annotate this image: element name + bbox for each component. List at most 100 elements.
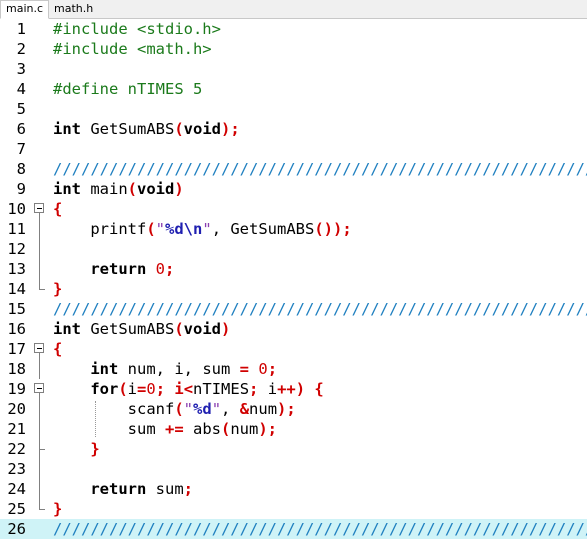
fold-collapse-icon[interactable] [34,383,44,393]
fold-gutter [34,99,46,119]
code-line[interactable]: 13 return 0; [0,259,587,279]
code-token: " [155,220,166,238]
code-token: ( [118,380,128,398]
fold-gutter [34,419,46,439]
code-token: nTIMES [193,380,250,398]
code-token: return [90,480,147,498]
code-line[interactable]: 24 return sum; [0,479,587,499]
code-line[interactable]: 11 printf("%d\n", GetSumABS()); [0,219,587,239]
line-number: 20 [7,400,26,418]
code-token: #include <math.h> [53,40,212,58]
code-line[interactable]: 5 [0,99,587,119]
code-line[interactable]: 17 { [0,339,587,359]
code-token: ); [258,420,277,438]
fold-gutter [34,499,46,519]
code-text: } [53,439,100,459]
code-token: sum [53,420,165,438]
line-number: 15 [7,300,26,318]
line-number: 19 [7,380,26,398]
code-line[interactable]: 8 ///////////////////////////////////////… [0,159,587,179]
code-line[interactable]: 3 [0,59,587,79]
line-number: 16 [7,320,26,338]
code-token: ++ [277,380,296,398]
line-number: 18 [7,360,26,378]
code-token: GetSumABS [81,320,175,338]
code-text: sum += abs(num); [53,419,277,439]
code-editor[interactable]: 1 #include <stdio.h> 2 #include <math.h> 3 4 #… [0,19,587,539]
code-text: int GetSumABS(void) [53,319,230,339]
code-line[interactable]: 1 #include <stdio.h> [0,19,587,39]
fold-gutter [34,319,46,339]
fold-gutter [34,199,46,219]
code-line[interactable]: 15 //////////////////////////////////////… [0,299,587,319]
code-line[interactable]: 4 #define nTIMES 5 [0,79,587,99]
line-number: 8 [16,160,26,178]
code-line[interactable]: 26 //////////////////////////////////////… [0,519,587,539]
fold-gutter [34,339,46,359]
code-token: ); [277,400,296,418]
code-token: ); [221,120,240,138]
code-token: = [239,360,249,378]
code-line[interactable]: 12 [0,239,587,259]
code-line[interactable]: 22 } [0,439,587,459]
code-line[interactable]: 19 for(i=0; i<nTIMES; i++) { [0,379,587,399]
code-line[interactable]: 14} [0,279,587,299]
line-number: 7 [16,140,26,158]
line-number: 17 [7,340,26,358]
code-text: { [53,199,62,219]
code-line[interactable]: 25} [0,499,587,519]
code-token: ; i [155,380,184,398]
code-token: " [202,220,212,238]
code-line[interactable]: 21 sum += abs(num); [0,419,587,439]
code-token: i [258,380,278,398]
line-number: 12 [7,240,26,258]
tab-math-h[interactable]: math.h [49,1,98,18]
code-token: i [127,380,138,398]
code-line[interactable]: 2 #include <math.h> [0,39,587,59]
code-token: int [53,320,81,338]
fold-collapse-icon[interactable] [34,343,44,353]
code-line[interactable]: 18 int num, i, sum = 0; [0,359,587,379]
line-number: 1 [16,20,26,38]
code-token: void [137,180,175,198]
line-number: 6 [16,120,26,138]
code-token: return [90,260,147,278]
fold-gutter [34,459,46,479]
code-text: int num, i, sum = 0; [53,359,277,379]
code-token: < [183,380,194,398]
code-line[interactable]: 20 scanf("%d", &num); [0,399,587,419]
code-token: ; [249,380,259,398]
code-token: scanf [53,400,175,418]
code-token: } [90,440,100,458]
code-token: void [183,320,221,338]
line-number: 26 [7,520,26,538]
code-token: " [211,400,222,418]
code-token: #define nTIMES 5 [53,80,203,98]
code-token: += [164,420,184,438]
code-line[interactable]: 23 [0,459,587,479]
code-line[interactable]: 6 int GetSumABS(void); [0,119,587,139]
code-token: int [90,360,119,378]
code-line[interactable]: 9 int main(void) [0,179,587,199]
code-token: 0 [155,260,166,278]
fold-gutter [34,79,46,99]
code-token: ////////////////////////////////////////… [53,300,587,318]
fold-collapse-icon[interactable] [34,203,44,213]
code-text: #include <math.h> [53,39,212,59]
code-text: } [53,499,62,519]
line-number: 2 [16,40,26,58]
tab-main-c[interactable]: main.c [0,0,50,19]
code-line[interactable]: 16 int GetSumABS(void) [0,319,587,339]
code-token: ; [267,360,278,378]
line-number: 5 [16,100,26,118]
code-token: ( [220,420,231,438]
code-token: , [221,400,240,418]
line-number: 23 [7,460,26,478]
code-text: ////////////////////////////////////////… [53,299,587,319]
line-number: 14 [7,280,26,298]
code-line[interactable]: 10 { [0,199,587,219]
code-token: int [53,120,81,138]
code-line[interactable]: 7 [0,139,587,159]
